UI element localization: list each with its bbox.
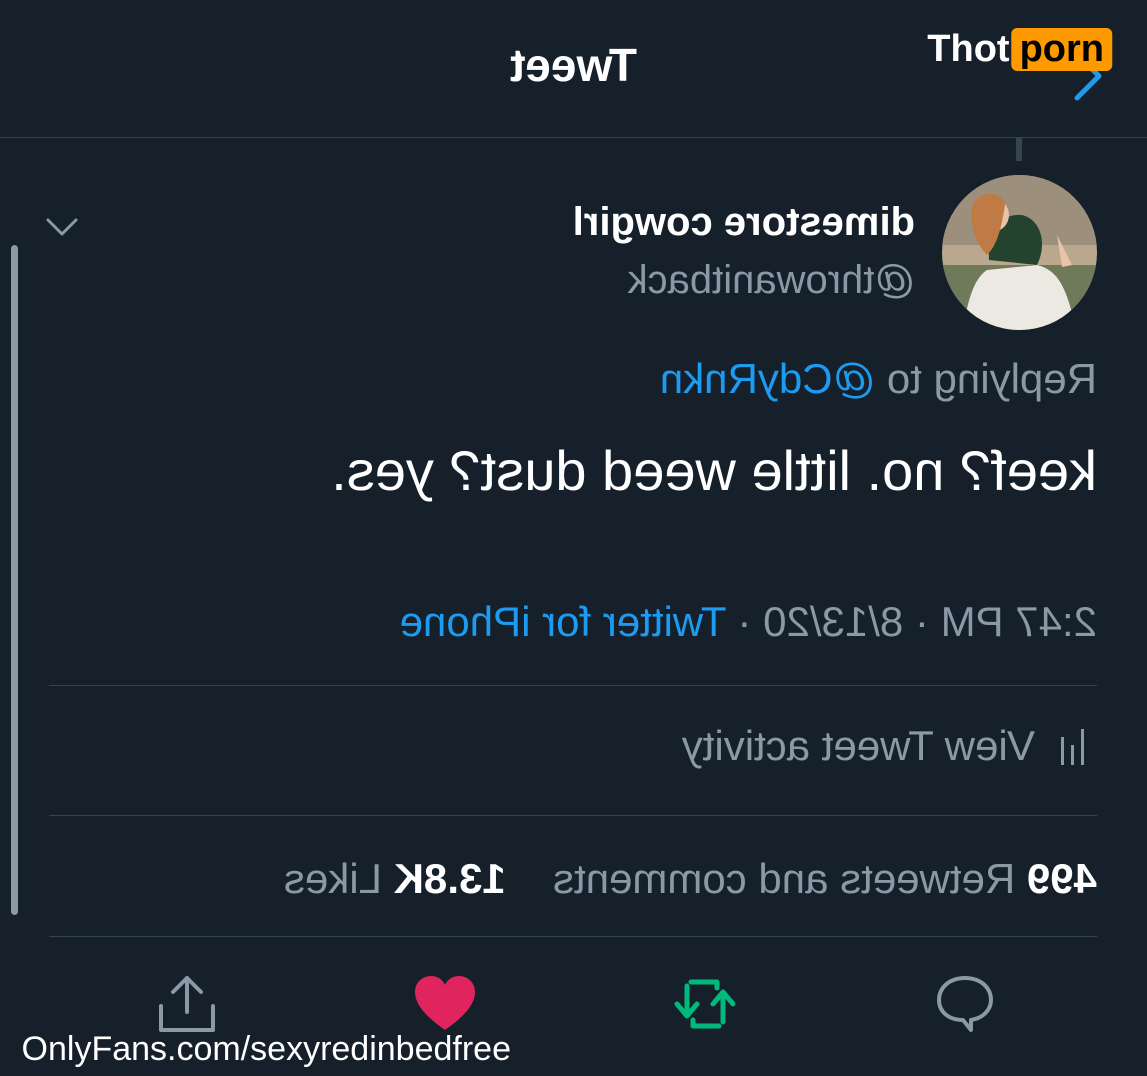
tweet-stats: 499 Retweets and comments 13.8K Likes [284,855,1097,903]
watermark-logo-part2: porn [1011,28,1112,71]
avatar[interactable] [942,175,1097,330]
author-handle[interactable]: @throwanitback [628,258,915,303]
likes-count[interactable]: 13.8K [394,855,506,902]
retweets-label[interactable]: Retweets and comments [553,855,1015,902]
watermark-logo-part1: Thot [927,28,1010,70]
watermark-url: OnlyFans.com/sexyredinbedfree [21,1030,511,1068]
author-display-name[interactable]: dimestore cowgirl [573,200,915,245]
share-upload-icon[interactable] [155,972,219,1036]
thread-connector [1016,137,1022,161]
retweet-arrows-icon[interactable] [673,972,737,1036]
heart-icon[interactable] [413,972,477,1036]
scrollbar[interactable] [11,245,18,915]
divider [49,936,1097,937]
replying-to: Replying to @CdyRnkn [660,355,1097,403]
tweet-screen: Tweet dimestore cowgirl @throwanitback R… [0,0,1147,1076]
meta-separator: · [737,598,752,645]
divider [49,685,1097,686]
retweets-count[interactable]: 499 [1027,855,1097,902]
view-activity-row[interactable]: View Tweet activity [682,722,1087,770]
tweet-source-link[interactable]: Twitter for iPhone [400,598,727,645]
bar-chart-icon [1061,729,1084,765]
view-activity-label: View Tweet activity [681,722,1035,769]
reply-mention-link[interactable]: @CdyRnkn [660,355,875,402]
divider [49,815,1097,816]
tweet-date: 8/13/20 [763,598,904,645]
likes-label[interactable]: Likes [284,855,382,902]
replying-prefix: Replying to [886,355,1097,402]
chevron-down-icon[interactable] [42,212,82,242]
tweet-text: keef? no. little weed dust? yes. [331,439,1097,502]
tweet-time: 2:47 PM [940,598,1097,645]
reply-bubble-icon[interactable] [933,972,997,1036]
watermark-logo: Thot porn [927,28,1112,71]
meta-separator: · [914,598,929,645]
tweet-meta: 2:47 PM · 8/13/20 · Twitter for iPhone [400,598,1097,646]
